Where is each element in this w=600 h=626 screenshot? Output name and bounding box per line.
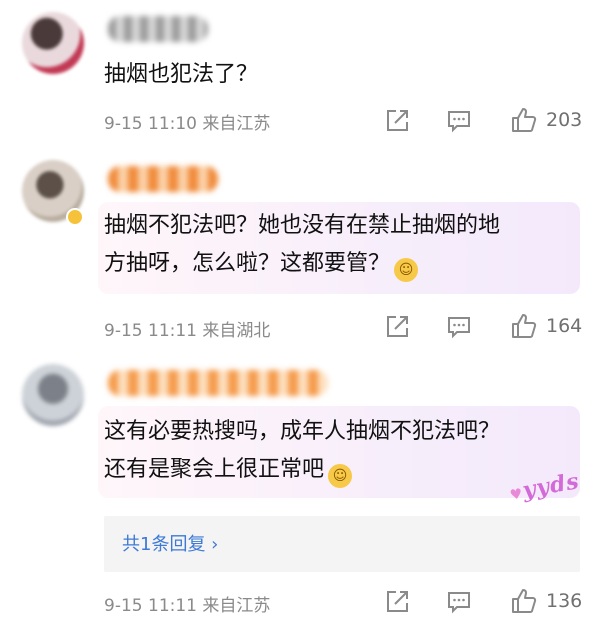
comment-button[interactable] bbox=[446, 589, 472, 615]
comment-meta: 9-15 11:10 来自江苏 bbox=[104, 109, 270, 134]
comment-meta: 9-15 11:11 来自湖北 bbox=[104, 316, 270, 341]
like-count: 164 bbox=[546, 315, 583, 337]
reply-box: 共1条回复 › bbox=[104, 516, 580, 572]
like-count: 203 bbox=[546, 109, 583, 131]
username-blurred[interactable] bbox=[108, 166, 218, 192]
share-icon bbox=[387, 110, 408, 131]
comment-location: 来自江苏 bbox=[202, 596, 271, 616]
comment-button[interactable] bbox=[446, 314, 472, 340]
share-icon bbox=[387, 591, 408, 612]
share-button[interactable] bbox=[384, 589, 410, 615]
thumbs-up-icon bbox=[512, 108, 537, 132]
emoji-icon: ☺ bbox=[394, 258, 419, 282]
share-button[interactable] bbox=[384, 108, 410, 134]
avatar[interactable] bbox=[22, 12, 84, 74]
comment-time: 11:11 bbox=[148, 321, 197, 341]
share-icon bbox=[387, 316, 408, 337]
comment-text-line: 抽烟不犯法吧？她也没有在禁止抽烟的地 bbox=[104, 213, 501, 238]
like-button[interactable]: 203 bbox=[510, 106, 582, 134]
comment-meta: 9-15 11:11 来自江苏 bbox=[104, 591, 270, 616]
like-count: 136 bbox=[546, 590, 583, 612]
comment-text: 抽烟不犯法吧？她也没有在禁止抽烟的地 方抽呀，怎么啦？这都要管？ ☺ bbox=[104, 207, 500, 283]
username-blurred[interactable] bbox=[108, 370, 328, 396]
emoji-icon: ☺ bbox=[328, 464, 353, 488]
verified-badge-icon bbox=[66, 208, 84, 226]
share-button[interactable] bbox=[384, 314, 410, 340]
comment-icon bbox=[448, 111, 470, 133]
comment-date: 9-15 bbox=[104, 114, 143, 134]
view-replies-link[interactable]: 共1条回复 › bbox=[122, 530, 218, 556]
comment-text-line: 这有必要热搜吗，成年人抽烟不犯法吧？ bbox=[104, 419, 501, 444]
comment-text: 这有必要热搜吗，成年人抽烟不犯法吧？ 还有是聚会上很正常吧 ☺ bbox=[104, 413, 500, 489]
comment-icon bbox=[448, 592, 470, 614]
comment-time: 11:11 bbox=[148, 596, 197, 616]
comment-text-line-content: 还有是聚会上很正常吧 bbox=[104, 457, 325, 482]
avatar[interactable] bbox=[22, 364, 84, 426]
comment-date: 9-15 bbox=[104, 321, 143, 341]
thumbs-up-icon bbox=[512, 589, 537, 613]
like-button[interactable]: 136 bbox=[510, 587, 582, 615]
comment-text-line: 方抽呀，怎么啦？这都要管？ ☺ bbox=[104, 245, 500, 283]
thumbs-up-icon bbox=[512, 314, 537, 338]
comment-icon bbox=[448, 317, 470, 339]
comment-location: 来自江苏 bbox=[202, 114, 271, 134]
comment-text-line: 还有是聚会上很正常吧 ☺ bbox=[104, 451, 500, 489]
username-blurred[interactable] bbox=[108, 16, 208, 42]
comment-text-line-content: 方抽呀，怎么啦？这都要管？ bbox=[104, 251, 391, 276]
comment-text: 抽烟也犯法了？ bbox=[104, 56, 258, 94]
comment-button[interactable] bbox=[446, 108, 472, 134]
comment-location: 来自湖北 bbox=[202, 321, 271, 341]
comment-date: 9-15 bbox=[104, 596, 143, 616]
comment-time: 11:10 bbox=[148, 114, 197, 134]
like-button[interactable]: 164 bbox=[510, 312, 582, 340]
comment-text-line: 抽烟也犯法了？ bbox=[104, 62, 259, 87]
